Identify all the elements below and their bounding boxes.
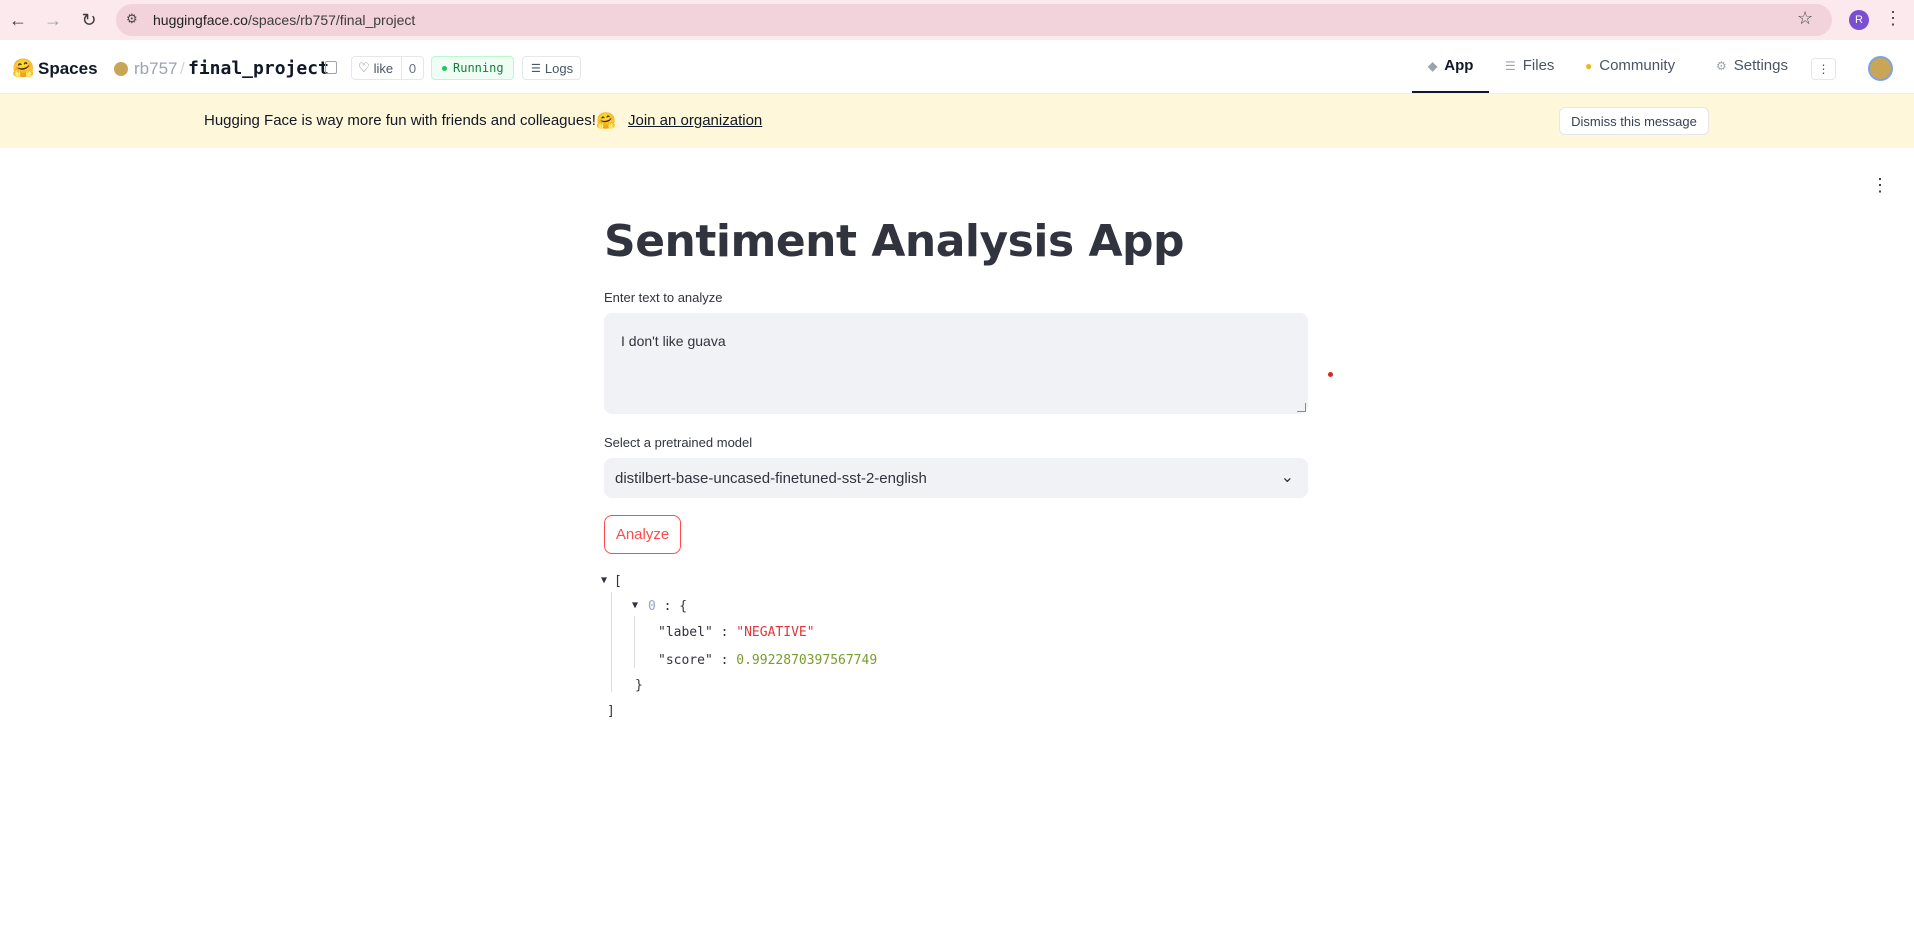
like-count: 0 bbox=[401, 57, 423, 79]
json-label-row: "label" : "NEGATIVE" bbox=[658, 625, 815, 640]
tab-files-label: Files bbox=[1522, 57, 1555, 74]
json-label-value: "NEGATIVE" bbox=[736, 625, 815, 640]
tab-files[interactable]: ☰ Files bbox=[1505, 57, 1554, 74]
app-menu-icon[interactable]: ⋮ bbox=[1871, 175, 1889, 196]
analyze-button[interactable]: Analyze bbox=[604, 515, 681, 554]
files-icon: ☰ bbox=[1505, 58, 1516, 73]
owner-link[interactable]: rb757 bbox=[134, 59, 177, 79]
status-text: Running bbox=[453, 61, 504, 75]
back-arrow-icon[interactable]: ← bbox=[6, 8, 30, 32]
status-badge[interactable]: Running bbox=[431, 56, 514, 80]
chevron-down-icon: ⌄ bbox=[1280, 469, 1294, 486]
page-title: Sentiment Analysis App bbox=[604, 216, 1185, 267]
collapse-root-toggle-icon[interactable]: ▼ bbox=[601, 572, 607, 587]
community-icon: ● bbox=[1585, 58, 1593, 73]
model-select[interactable]: distilbert-base-uncased-finetuned-sst-2-… bbox=[604, 458, 1308, 498]
resize-handle-icon[interactable] bbox=[1297, 403, 1306, 412]
json-guide-line bbox=[611, 592, 612, 692]
app-cube-icon: ◆ bbox=[1428, 58, 1438, 73]
logs-button[interactable]: ☰ Logs bbox=[522, 56, 581, 80]
model-select-value: distilbert-base-uncased-finetuned-sst-2-… bbox=[615, 470, 927, 487]
browser-profile-avatar[interactable]: R bbox=[1849, 10, 1869, 30]
model-select-label: Select a pretrained model bbox=[604, 435, 753, 450]
forward-arrow-icon[interactable]: → bbox=[41, 8, 65, 32]
json-score-key: "score" bbox=[658, 653, 713, 668]
logs-label: Logs bbox=[544, 60, 574, 76]
active-tab-indicator bbox=[1412, 91, 1489, 93]
json-score-row: "score" : 0.9922870397567749 bbox=[658, 653, 878, 668]
bookmark-star-icon[interactable]: ☆ bbox=[1797, 8, 1813, 29]
json-close-bracket: ] bbox=[607, 704, 615, 719]
url-text: huggingface.co/spaces/rb757/final_projec… bbox=[153, 12, 416, 28]
repo-name-link[interactable]: final_project bbox=[188, 58, 329, 79]
json-score-value: 0.9922870397567749 bbox=[736, 653, 878, 668]
vertical-dots-icon: ⋮ bbox=[1817, 62, 1830, 76]
cursor-indicator bbox=[1328, 372, 1333, 377]
json-item-header: 0 : { bbox=[648, 599, 688, 614]
more-options-button[interactable]: ⋮ bbox=[1811, 58, 1836, 80]
json-guide-line-inner bbox=[634, 616, 635, 668]
browser-toolbar: ← → ↻ ⚙ huggingface.co/spaces/rb757/fina… bbox=[0, 0, 1914, 40]
like-label: like bbox=[373, 60, 394, 76]
join-organization-link[interactable]: Join an organization bbox=[628, 112, 762, 129]
json-close-brace: } bbox=[635, 678, 643, 693]
org-banner: Hugging Face is way more fun with friend… bbox=[0, 94, 1914, 148]
tab-app-label: App bbox=[1444, 57, 1474, 74]
browser-menu-icon[interactable]: ⋮ bbox=[1884, 8, 1902, 29]
tab-settings[interactable]: ⚙ Settings bbox=[1716, 57, 1788, 74]
text-input-label: Enter text to analyze bbox=[604, 290, 723, 305]
banner-text: Hugging Face is way more fun with friend… bbox=[204, 112, 596, 129]
text-input-value: I don't like guava bbox=[621, 333, 726, 349]
status-dot-icon bbox=[442, 65, 447, 71]
collapse-item-toggle-icon[interactable]: ▼ bbox=[632, 597, 638, 612]
json-open-bracket: [ bbox=[614, 574, 622, 589]
gear-icon: ⚙ bbox=[1716, 58, 1727, 73]
hugging-face-logo-icon[interactable]: 🤗 bbox=[12, 58, 34, 79]
hugging-emoji-icon: 🤗 bbox=[596, 113, 616, 130]
logs-icon: ☰ bbox=[531, 62, 541, 75]
site-settings-icon[interactable]: ⚙ bbox=[126, 11, 138, 27]
tab-community-label: Community bbox=[1599, 57, 1676, 74]
path-separator: / bbox=[180, 59, 185, 78]
hf-header: 🤗 Spaces rb757 / final_project ♡ like 0 … bbox=[0, 40, 1914, 94]
owner-avatar bbox=[114, 62, 128, 76]
json-index: 0 bbox=[648, 599, 656, 614]
tab-settings-label: Settings bbox=[1733, 57, 1788, 74]
spaces-link[interactable]: Spaces bbox=[38, 59, 98, 79]
user-avatar[interactable] bbox=[1868, 56, 1893, 81]
tab-community[interactable]: ● Community bbox=[1585, 57, 1675, 74]
like-button[interactable]: ♡ like 0 bbox=[351, 56, 424, 80]
text-input-area[interactable]: I don't like guava bbox=[604, 313, 1308, 414]
tab-app[interactable]: ◆ App bbox=[1428, 57, 1473, 74]
reload-icon[interactable]: ↻ bbox=[77, 8, 101, 32]
copy-icon[interactable] bbox=[325, 61, 337, 74]
dismiss-banner-button[interactable]: Dismiss this message bbox=[1559, 107, 1709, 135]
json-label-key: "label" bbox=[658, 625, 713, 640]
heart-icon: ♡ bbox=[358, 60, 370, 75]
